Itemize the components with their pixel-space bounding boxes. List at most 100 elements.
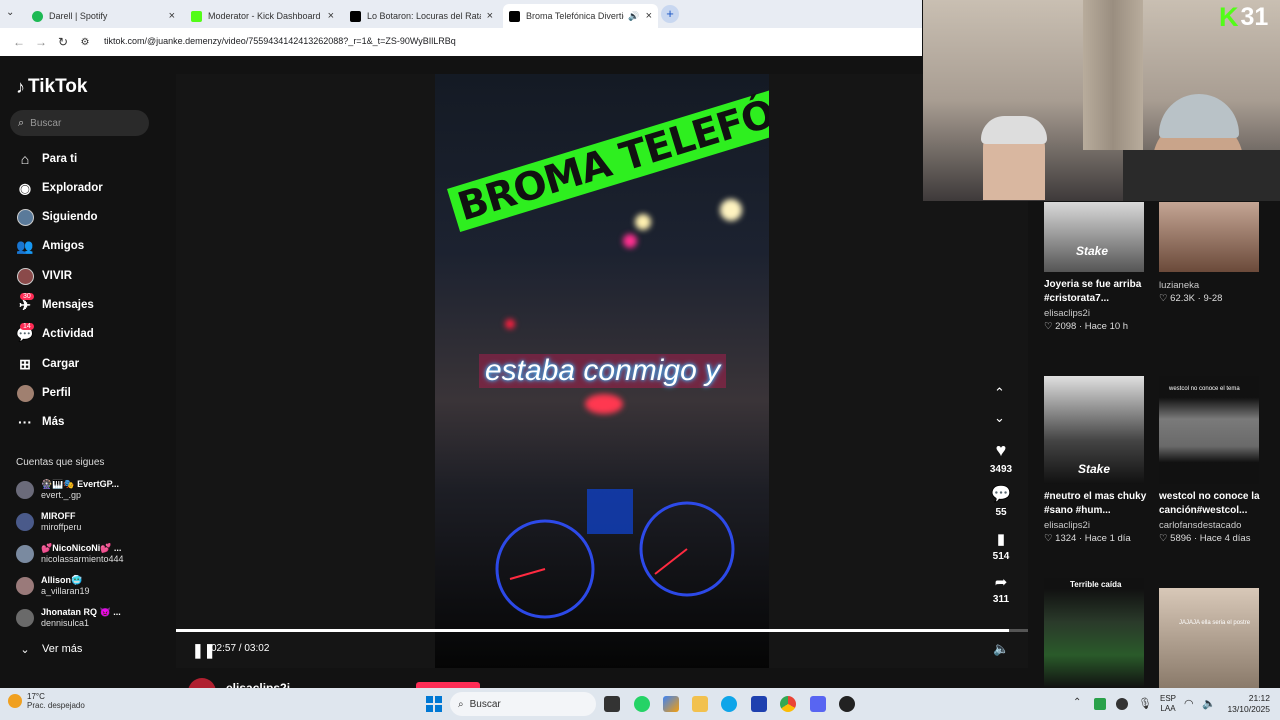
start-button[interactable] bbox=[426, 696, 442, 712]
wifi-icon[interactable]: ◠ bbox=[1184, 697, 1194, 710]
author-name[interactable]: elisaclips2i bbox=[226, 681, 290, 688]
following-item[interactable]: 🎡🎹🎭 EvertGP... evert._.gp bbox=[16, 479, 119, 501]
app-icon[interactable] bbox=[839, 696, 855, 712]
sidebar-item-cargar[interactable]: ⊞ Cargar bbox=[16, 355, 79, 373]
chevron-down-icon[interactable]: ⌄ bbox=[994, 410, 1005, 426]
forward-icon[interactable]: → bbox=[32, 35, 50, 49]
tab-tiktok-broma[interactable]: Broma Telefónica Divertida 🔊 × bbox=[503, 4, 658, 28]
card-author: luzianeka bbox=[1159, 280, 1200, 291]
sidebar-item-vivir[interactable]: VIVIR bbox=[16, 267, 72, 285]
recommended-card[interactable]: luzianeka ♡ 62.3K · 9-28 bbox=[1159, 202, 1269, 304]
card-likes: 62.3K bbox=[1170, 293, 1195, 304]
sidebar-item-label: Explorador bbox=[42, 182, 103, 194]
following-item[interactable]: MIROFF miroffperu bbox=[16, 511, 81, 533]
following-item[interactable]: Jhonatan RQ 👿 ... dennisulca1 bbox=[16, 607, 121, 629]
chevron-down-icon: ⌄ bbox=[20, 643, 30, 656]
sidebar-item-amigos[interactable]: 👥 Amigos bbox=[16, 237, 84, 255]
video-thumbnail: westcol no conoce el tema bbox=[1159, 376, 1259, 484]
thumb-text: Terrible caída bbox=[1070, 580, 1122, 589]
recommended-card[interactable]: JAJAJA ella seria el postre bbox=[1159, 588, 1269, 688]
save-count: 514 bbox=[992, 551, 1010, 562]
following-handle: dennisulca1 bbox=[41, 618, 90, 628]
weather-desc: Prac. despejado bbox=[27, 701, 85, 710]
reload-icon[interactable]: ↻ bbox=[54, 35, 72, 49]
video-progress-fill bbox=[176, 629, 1010, 632]
save-button[interactable]: ▮ 514 bbox=[985, 530, 1017, 562]
tab-spotify[interactable]: Darell | Spotify × bbox=[26, 4, 181, 28]
sidebar-item-label: Mensajes bbox=[42, 299, 94, 311]
heart-icon: ♡ bbox=[1159, 293, 1168, 304]
see-more-button[interactable]: ⌄ Ver más bbox=[16, 640, 82, 658]
recommended-card[interactable]: Stake Joyeria se fue arriba #cristorata7… bbox=[1044, 202, 1154, 332]
url-input[interactable]: tiktok.com/@juanke.demenzy/video/7559434… bbox=[104, 36, 456, 46]
light-blob bbox=[505, 319, 515, 329]
close-tab-icon[interactable]: × bbox=[169, 10, 175, 22]
whatsapp-icon[interactable] bbox=[634, 696, 650, 712]
following-item[interactable]: Allison🥶 a_villaran19 bbox=[16, 575, 90, 597]
chevron-up-icon[interactable]: ⌃ bbox=[994, 385, 1005, 401]
site-info-icon[interactable]: ⚙ bbox=[76, 37, 94, 48]
avatar bbox=[16, 513, 34, 531]
task-view-icon[interactable] bbox=[604, 696, 620, 712]
tiktok-logo[interactable]: ♪ TikTok bbox=[16, 76, 87, 98]
store-icon[interactable] bbox=[751, 696, 767, 712]
heart-icon: ♥ bbox=[995, 440, 1007, 460]
taskbar-search[interactable]: ⌕ Buscar bbox=[450, 692, 596, 716]
file-explorer-icon[interactable] bbox=[692, 696, 708, 712]
light-blob bbox=[720, 199, 742, 221]
clock[interactable]: 21:12 13/10/2025 bbox=[1224, 693, 1270, 715]
sidebar-item-siguiendo[interactable]: Siguiendo bbox=[16, 208, 98, 226]
volume-icon[interactable]: 🔈 bbox=[993, 641, 1009, 657]
sidebar-item-para-ti[interactable]: ⌂ Para ti bbox=[16, 150, 77, 168]
following-item[interactable]: 💕NicoNicoNi💕 ... nicolassarmiento444 bbox=[16, 543, 124, 565]
windows-logo-icon bbox=[426, 696, 433, 703]
language-indicator[interactable]: ESP LAA bbox=[1160, 694, 1176, 714]
discord-icon[interactable] bbox=[810, 696, 826, 712]
tray-chevron-icon[interactable]: ⌃ bbox=[1073, 697, 1081, 708]
like-count: 3493 bbox=[989, 464, 1013, 475]
curtain bbox=[1083, 0, 1143, 150]
card-time: Hace 4 días bbox=[1199, 533, 1251, 544]
copilot-icon[interactable] bbox=[663, 696, 679, 712]
following-handle: nicolassarmiento444 bbox=[41, 554, 124, 564]
sidebar-item-explorador[interactable]: ◉ Explorador bbox=[16, 179, 103, 197]
edge-icon[interactable] bbox=[721, 696, 737, 712]
recommended-card[interactable]: Stake #neutro el mas chuky #sano #hum...… bbox=[1044, 376, 1154, 544]
like-button[interactable]: ♥ 3493 bbox=[985, 440, 1017, 475]
tab-kick[interactable]: Moderator - Kick Dashboard × bbox=[185, 4, 340, 28]
weather-widget[interactable]: 17°C Prac. despejado bbox=[8, 692, 85, 710]
sidebar-item-perfil[interactable]: Perfil bbox=[16, 384, 71, 402]
lang-layout: LAA bbox=[1160, 704, 1176, 713]
video-thumbnail: JAJAJA ella seria el postre bbox=[1159, 588, 1259, 688]
video-progress-bar[interactable] bbox=[176, 629, 1028, 632]
sidebar-item-mas[interactable]: ··· Más bbox=[16, 413, 64, 431]
share-button[interactable]: ➦ 311 bbox=[985, 573, 1017, 605]
sidebar-item-label: Para ti bbox=[42, 153, 78, 165]
cap bbox=[1159, 94, 1239, 138]
tab-list-chevron-icon[interactable]: ⌄ bbox=[6, 7, 14, 18]
close-tab-icon[interactable]: × bbox=[646, 10, 652, 22]
video-player[interactable]: BROMA TELEFÓNICA estaba conmigo y bbox=[435, 74, 769, 668]
card-title: #neutro el mas chuky #sano #hum... bbox=[1044, 491, 1147, 516]
following-name: 🎡🎹🎭 EvertGP... bbox=[41, 479, 119, 489]
recommended-card[interactable]: Terrible caída bbox=[1044, 578, 1154, 688]
comment-button[interactable]: 💬 55 bbox=[985, 484, 1017, 518]
search-input[interactable]: ⌕ Buscar bbox=[10, 110, 149, 136]
following-name: 💕NicoNicoNi💕 ... bbox=[41, 543, 122, 553]
back-icon[interactable]: ← bbox=[10, 35, 28, 49]
tray-app-icon[interactable] bbox=[1116, 698, 1128, 710]
network-icon[interactable] bbox=[1094, 698, 1106, 710]
video-thumbnail: Terrible caída bbox=[1044, 578, 1144, 688]
chrome-icon[interactable] bbox=[780, 696, 796, 712]
microphone-icon[interactable]: 🎙 bbox=[1138, 697, 1152, 710]
tab-tiktok-botaron[interactable]: Lo Botaron: Locuras del Rata en × bbox=[344, 4, 499, 28]
friends-icon: 👥 bbox=[16, 237, 34, 254]
following-name: Jhonatan RQ 👿 ... bbox=[41, 607, 121, 617]
new-tab-button[interactable]: + bbox=[661, 5, 679, 23]
volume-icon[interactable]: 🔈 bbox=[1202, 697, 1216, 710]
close-tab-icon[interactable]: × bbox=[487, 10, 493, 22]
recommended-card[interactable]: westcol no conoce el tema westcol no con… bbox=[1159, 376, 1269, 544]
close-tab-icon[interactable]: × bbox=[328, 10, 334, 22]
speaker-icon[interactable]: 🔊 bbox=[628, 11, 639, 22]
thumb-text: westcol no conoce el tema bbox=[1169, 386, 1240, 392]
